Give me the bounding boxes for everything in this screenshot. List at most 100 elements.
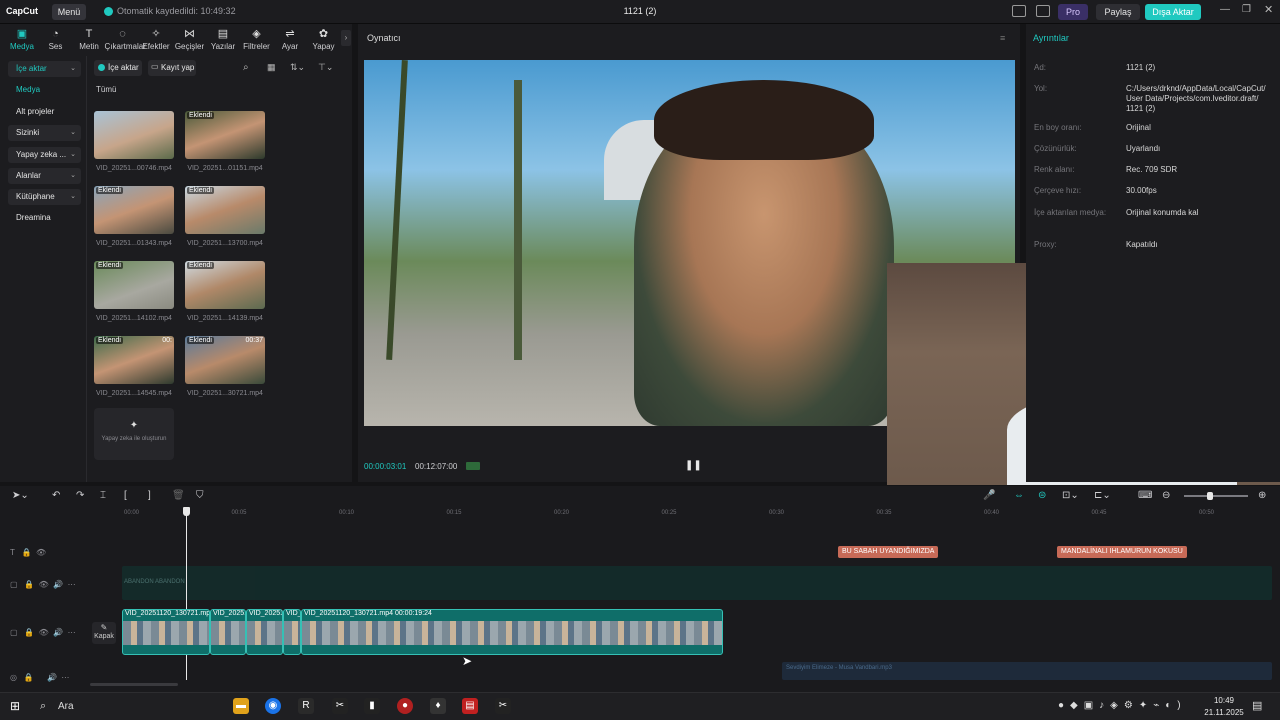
trim-right-icon[interactable]: ] (148, 490, 151, 501)
undo-icon[interactable]: ↶ (52, 490, 60, 501)
mic-app-icon[interactable]: ♦ (430, 698, 446, 714)
phone-icon[interactable]: ▮ (364, 698, 380, 714)
magnet-icon[interactable]: ⊜ (1038, 490, 1046, 501)
split-icon[interactable]: ⌶ (100, 490, 106, 501)
sidebar-item-7[interactable]: Dreamina (8, 210, 81, 226)
cover-button[interactable]: ✎ Kapak (92, 622, 116, 644)
sort-icon[interactable]: ⇅⌄ (290, 62, 305, 73)
redo-icon[interactable]: ↷ (76, 490, 84, 501)
sidebar-item-5[interactable]: Alanlar ⌄ (8, 168, 81, 184)
notification-icon[interactable]: ▤ (1252, 699, 1262, 712)
media-thumbnail[interactable]: Eklendi (94, 261, 174, 309)
media-thumbnail[interactable]: Eklendi 00: (94, 336, 174, 384)
tab-ses[interactable]: ◔ Ses (38, 28, 74, 51)
main-track-controls[interactable]: ▢ 🔒 👁 🔊 ⋯ (10, 628, 76, 637)
tab-yazılar[interactable]: ▤ Yazılar (205, 28, 241, 51)
shortcut-icon[interactable] (1036, 5, 1050, 17)
media-thumbnail[interactable]: Eklendi (185, 261, 265, 309)
capcut-icon[interactable]: ✂ (332, 698, 348, 714)
tabs-scroll-right-icon[interactable]: › (341, 30, 351, 46)
preview-axis-icon[interactable]: ⊡⌄ (1062, 490, 1079, 501)
obs-icon[interactable]: ● (397, 698, 413, 714)
link-icon[interactable]: ⇔ (1014, 490, 1024, 501)
player-menu-icon[interactable]: ≡ (1000, 33, 1005, 43)
current-time: 00:00:03:01 (364, 462, 407, 471)
taskbar-search[interactable]: Ara (58, 701, 74, 712)
zoom-slider[interactable] (1184, 495, 1248, 497)
ruler-tick-label: 00:25 (661, 510, 677, 516)
capcut-active-icon[interactable]: ✂ (495, 698, 511, 714)
video-clip[interactable]: VID_20251 (210, 609, 246, 655)
captions-toggle-icon[interactable]: ⌨ (1138, 490, 1152, 501)
ruler-tick-label: 00:15 (446, 510, 462, 516)
video-clip[interactable]: VID_20251 (246, 609, 283, 655)
tab-geçişler[interactable]: ⋈ Geçişler (172, 28, 208, 51)
tab-çıkartmalar[interactable]: ◌ Çıkartmalar (105, 28, 146, 51)
tab-filtreler[interactable]: ◈ Filtreler (239, 28, 275, 51)
added-badge: Eklendi (187, 187, 214, 194)
media-thumbnail[interactable] (94, 111, 174, 159)
record-button[interactable]: ▭ Kayıt yap (148, 60, 196, 76)
share-button[interactable]: Paylaş (1096, 4, 1140, 20)
playhead-handle[interactable] (183, 507, 190, 516)
shield-icon[interactable]: ⛉ (196, 490, 204, 501)
chrome-icon[interactable]: ◉ (265, 698, 281, 714)
tab-ayar[interactable]: ⇌ Ayar (272, 28, 308, 51)
tab-label: Medya (9, 42, 34, 51)
trim-left-icon[interactable]: [ (124, 490, 127, 501)
delete-icon[interactable]: 🗑 (172, 490, 185, 501)
close-icon[interactable]: ✕ (1264, 3, 1273, 16)
text-clip[interactable]: BU SABAH UYANDIĞIMIZDA (838, 546, 939, 558)
tab-metin[interactable]: T Metin (71, 28, 107, 51)
sidebar-item-0[interactable]: İçe aktar ⌄ (8, 61, 81, 77)
zoom-slider-handle[interactable] (1207, 492, 1213, 500)
minimize-icon[interactable]: — (1220, 4, 1230, 15)
media-thumbnail[interactable]: Eklendi (94, 186, 174, 234)
import-button[interactable]: İçe aktar (94, 60, 142, 76)
media-thumbnail[interactable]: Eklendi 00:37 (185, 336, 265, 384)
sidebar-item-4[interactable]: Yapay zeka ... ⌄ (8, 147, 81, 163)
filter-icon[interactable]: ⊤⌄ (318, 62, 333, 73)
audio-track-controls[interactable]: ◎ 🔒 🔊 ⋯ (10, 673, 69, 682)
duration-label: 00:37 (245, 337, 263, 344)
pro-button[interactable]: Pro (1058, 4, 1088, 20)
zoom-in-icon[interactable]: ⊕ (1258, 490, 1266, 501)
sidebar-item-2[interactable]: Alt projeler (8, 104, 81, 120)
ai-create-card[interactable]: ✦ Yapay zeka ile oluşturun (94, 408, 174, 460)
view-grid-icon[interactable]: ▦ (267, 62, 276, 73)
tab-efektler[interactable]: ✧ Efektler (138, 28, 174, 51)
text-track-controls[interactable]: T 🔒 👁 (10, 548, 46, 557)
sidebar-item-6[interactable]: Kütüphane ⌄ (8, 189, 81, 205)
file-explorer-icon[interactable]: ▬ (233, 698, 249, 714)
media-thumbnail[interactable]: Eklendi (185, 111, 265, 159)
r-app-icon[interactable]: R (298, 698, 314, 714)
overlay-track[interactable]: ABANDON ABANDON (122, 566, 1272, 600)
snap-icon[interactable]: ⊏⌄ (1094, 490, 1111, 501)
filter-all[interactable]: Tümü (96, 85, 116, 94)
select-tool-icon[interactable]: ➤⌄ (12, 490, 29, 501)
voicemod-icon[interactable]: ▤ (462, 698, 478, 714)
tab-medya[interactable]: ▣ Medya (4, 28, 40, 51)
search-icon[interactable]: ⌕ (243, 62, 249, 73)
audio-clip[interactable]: Sevdiyim Elimeze - Musa Vandbari.mp3 (782, 662, 1272, 680)
video-clip[interactable]: VID_ (283, 609, 301, 655)
filters-icon: ◈ (252, 28, 261, 40)
sidebar-item-1[interactable]: Medya (8, 82, 81, 98)
maximize-icon[interactable]: ❐ (1242, 4, 1251, 15)
sidebar-item-3[interactable]: Sizinki ⌄ (8, 125, 81, 141)
video-clip[interactable]: VID_20251120_130721.mp4 00:00:19:24 (301, 609, 723, 655)
text-clip[interactable]: MANDALİNALI IHLAMURUN KOKUSU (1057, 546, 1187, 558)
zoom-out-icon[interactable]: ⊖ (1162, 490, 1170, 501)
microphone-icon[interactable]: 🎤 (983, 490, 995, 501)
tab-yapay[interactable]: ✿ Yapay (306, 28, 342, 51)
layout-icon[interactable] (1012, 5, 1026, 17)
search-taskbar-icon[interactable]: ⌕ (40, 700, 46, 713)
windows-start-icon[interactable]: ⊞ (10, 699, 20, 713)
timeline-scrollbar[interactable] (90, 683, 178, 686)
pause-icon[interactable]: ❚❚ (685, 460, 702, 471)
media-thumbnail[interactable]: Eklendi (185, 186, 265, 234)
overlay-track-controls[interactable]: ▢ 🔒 👁 🔊 ⋯ (10, 580, 76, 589)
video-clip[interactable]: VID_20251120_130721.mp4 (122, 609, 210, 655)
system-tray-icons[interactable]: ●◆▣♪◈⚙✦⌁◐) (1058, 700, 1187, 711)
export-button[interactable]: Dışa Aktar (1145, 4, 1201, 20)
